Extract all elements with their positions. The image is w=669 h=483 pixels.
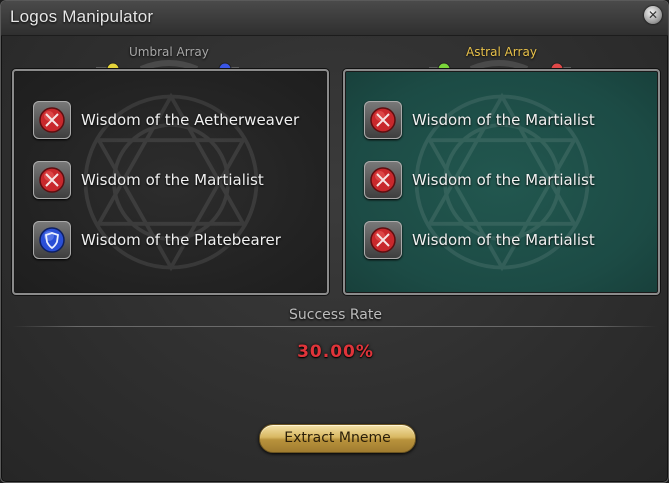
red-crossed-swords-icon bbox=[364, 101, 402, 139]
mneme-label: Wisdom of the Martialist bbox=[412, 111, 595, 129]
umbral-slot-2[interactable]: Wisdom of the Martialist bbox=[33, 159, 264, 201]
astral-slot-3[interactable]: Wisdom of the Martialist bbox=[364, 219, 595, 261]
close-icon: ✕ bbox=[647, 8, 659, 22]
umbral-slot-1[interactable]: Wisdom of the Aetherweaver bbox=[33, 99, 299, 141]
red-crossed-swords-icon bbox=[33, 101, 71, 139]
umbral-array-panel: Wisdom of the Aetherweaver Wisdom of the… bbox=[12, 69, 329, 295]
mneme-label: Wisdom of the Martialist bbox=[412, 171, 595, 189]
logos-manipulator-window: Logos Manipulator ✕ Umbral Array Astral … bbox=[0, 0, 669, 483]
astral-array-label: Astral Array bbox=[466, 45, 537, 59]
blue-shield-icon bbox=[33, 221, 71, 259]
red-crossed-swords-icon bbox=[33, 161, 71, 199]
mneme-label: Wisdom of the Aetherweaver bbox=[81, 111, 300, 129]
extract-mneme-button[interactable]: Extract Mneme bbox=[259, 424, 416, 453]
umbral-array-label: Umbral Array bbox=[129, 45, 209, 59]
title-bar[interactable]: Logos Manipulator ✕ bbox=[1, 1, 668, 36]
umbral-slot-3[interactable]: Wisdom of the Platebearer bbox=[33, 219, 281, 261]
mneme-label: Wisdom of the Platebearer bbox=[81, 231, 281, 249]
close-button[interactable]: ✕ bbox=[644, 6, 662, 24]
astral-array-panel: Wisdom of the Martialist Wisdom of the M… bbox=[343, 69, 660, 295]
mneme-label: Wisdom of the Martialist bbox=[412, 231, 595, 249]
success-rate-label: Success Rate bbox=[289, 307, 382, 323]
astral-slot-1[interactable]: Wisdom of the Martialist bbox=[364, 99, 595, 141]
mneme-label: Wisdom of the Martialist bbox=[81, 171, 264, 189]
red-crossed-swords-icon bbox=[364, 161, 402, 199]
window-title: Logos Manipulator bbox=[10, 7, 154, 26]
red-crossed-swords-icon bbox=[364, 221, 402, 259]
success-rate-value: 30.00% bbox=[297, 342, 374, 362]
astral-slot-2[interactable]: Wisdom of the Martialist bbox=[364, 159, 595, 201]
divider bbox=[12, 326, 657, 327]
